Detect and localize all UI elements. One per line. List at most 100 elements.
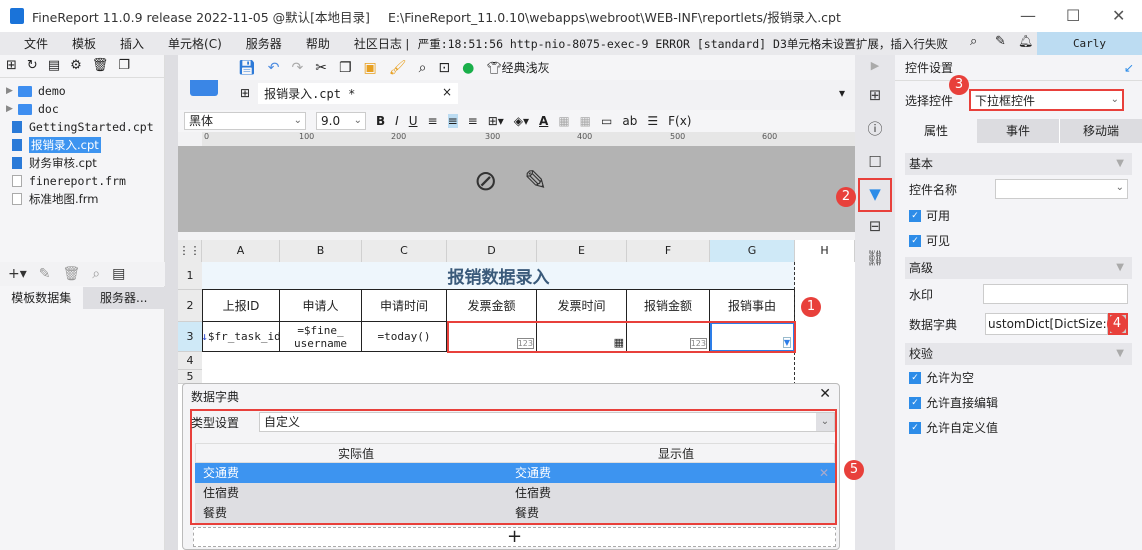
dict-row[interactable]: 住宿费 住宿费	[195, 483, 835, 503]
copy-icon[interactable]: ❐	[339, 60, 352, 76]
dict-row[interactable]: 餐费 餐费	[195, 503, 835, 523]
parameter-design-area[interactable]: ⊘ ✎	[178, 146, 855, 232]
edit-note-icon[interactable]: ✎	[995, 34, 1006, 49]
cell-title[interactable]: 报销数据录入	[202, 262, 795, 290]
tab-template[interactable]: 报销录入.cpt * ×	[258, 82, 459, 104]
paste-icon[interactable]: ▣	[364, 60, 377, 76]
column-header[interactable]: E	[537, 240, 627, 262]
undo-icon[interactable]: ↶	[268, 60, 280, 76]
edit-pencil-icon[interactable]: ✎	[524, 164, 547, 197]
tab-menu-icon[interactable]: ▾	[839, 86, 845, 100]
menu-help[interactable]: 帮助	[306, 35, 330, 52]
dict-type-select[interactable]: 自定义 ⌄	[259, 412, 835, 432]
settings-icon[interactable]: ⚙	[70, 58, 82, 74]
header-cell[interactable]: 申请人	[280, 290, 362, 322]
widget-type-select[interactable]: 下拉框控件 ⌄	[969, 89, 1124, 111]
check-icon[interactable]: ●	[462, 60, 474, 76]
row-header[interactable]: 2	[178, 290, 202, 322]
redo-icon[interactable]: ↷	[292, 60, 304, 76]
select-all-corner[interactable]: ⋮⋮	[178, 240, 202, 262]
expand-icon[interactable]: ▶	[6, 86, 18, 96]
allow-empty-checkbox[interactable]: ✓ 允许为空	[895, 365, 1142, 390]
section-basic[interactable]: 基本 ▼	[905, 153, 1132, 175]
search-icon[interactable]: ⌕	[970, 34, 977, 49]
menu-template[interactable]: 模板	[72, 35, 96, 52]
tree-item-file[interactable]: GettingStarted.cpt	[0, 118, 164, 136]
fill-color-icon[interactable]: ◈▾	[514, 114, 529, 128]
row-header[interactable]: 3	[178, 322, 202, 352]
visible-checkbox[interactable]: ✓ 可见	[895, 228, 1142, 253]
header-cell[interactable]: 发票时间	[537, 290, 627, 322]
delete-icon[interactable]: 🗑︎	[92, 58, 109, 74]
delete-row-icon[interactable]: ✕	[819, 463, 829, 483]
header-cell[interactable]: 发票金额	[447, 290, 537, 322]
section-validate[interactable]: 校验 ▼	[905, 343, 1132, 365]
cell-b3[interactable]: =$fine_ username	[280, 322, 362, 352]
border-icon[interactable]: ⊞▾	[488, 114, 504, 128]
text-button[interactable]: ab	[622, 114, 637, 128]
tab-mobile[interactable]: 移动端	[1060, 119, 1142, 143]
new-folder-icon[interactable]: ⊞	[6, 58, 17, 74]
row-header[interactable]: 1	[178, 262, 202, 290]
add-row-button[interactable]: +	[193, 527, 836, 547]
dialog-close-button[interactable]: ✕	[819, 386, 831, 402]
hide-icon[interactable]: ⊘	[474, 164, 497, 197]
unmerge-icon[interactable]: ▦	[580, 114, 591, 128]
italic-button[interactable]: I	[395, 114, 399, 128]
tree-item-file[interactable]: 标准地图.frm	[0, 190, 164, 208]
cell-a3[interactable]: ↓ $fr_task_id	[201, 322, 281, 352]
refresh-icon[interactable]: ↻	[27, 58, 38, 74]
add-icon[interactable]: +▾	[8, 266, 27, 282]
edit-icon[interactable]: ✎	[39, 266, 51, 282]
row-header[interactable]: 5	[178, 370, 202, 384]
cell-attr-icon[interactable]: ⊞	[869, 86, 882, 104]
minimize-button[interactable]: —	[1020, 6, 1036, 25]
column-header[interactable]: C	[362, 240, 447, 262]
formula-button[interactable]: F(x)	[668, 114, 691, 128]
panel-divider[interactable]	[165, 55, 178, 550]
widget-name-input[interactable]: ⌄	[995, 179, 1128, 199]
tab-template-dataset[interactable]: 模板数据集	[0, 287, 83, 309]
bold-button[interactable]: B	[376, 114, 385, 128]
tree-item-doc[interactable]: ▶ doc	[0, 100, 164, 118]
open-icon[interactable]: ▤	[48, 58, 60, 74]
copy-icon[interactable]: ❐	[118, 58, 130, 74]
align-center-icon[interactable]: ≡	[447, 114, 458, 128]
allow-edit-checkbox[interactable]: ✓ 允许直接编辑	[895, 390, 1142, 415]
font-size-select[interactable]: 9.0 ⌄	[316, 112, 366, 130]
tab-properties[interactable]: 属性	[895, 119, 977, 143]
preview-icon[interactable]: ⌕	[92, 266, 100, 282]
merge-icon[interactable]: ▦	[558, 114, 569, 128]
format-painter-icon[interactable]: 🖌︎	[389, 60, 407, 76]
watermark-input[interactable]	[983, 284, 1128, 304]
maximize-button[interactable]: ☐	[1066, 6, 1080, 25]
control-icon[interactable]: ▭	[601, 114, 612, 128]
save-icon[interactable]: 💾︎	[238, 60, 256, 76]
menu-server[interactable]: 服务器	[246, 35, 282, 52]
preview-icon[interactable]: ⊡	[438, 60, 450, 76]
enabled-checkbox[interactable]: ✓ 可用	[895, 203, 1142, 228]
column-header[interactable]: A	[202, 240, 280, 262]
font-select[interactable]: 黑体 ⌄	[184, 112, 306, 130]
bell-icon[interactable]: 🔔︎	[1018, 34, 1033, 48]
row-header[interactable]: 4	[178, 352, 202, 370]
tab-server-dataset[interactable]: 服务器...	[82, 287, 165, 309]
border-icon[interactable]: ☐	[868, 153, 881, 171]
column-header[interactable]: H	[795, 240, 855, 262]
tree-item-file[interactable]: finereport.frm	[0, 172, 164, 190]
tree-item-demo[interactable]: ▶ demo	[0, 82, 164, 100]
column-header[interactable]: G	[710, 240, 795, 262]
column-header[interactable]: F	[627, 240, 710, 262]
cut-icon[interactable]: ✂	[315, 60, 327, 76]
cell-info-icon[interactable]: ⓘ	[867, 118, 882, 139]
list-icon[interactable]: ☰	[647, 114, 658, 128]
sheet-view-icon[interactable]: ⊞	[240, 86, 250, 100]
tree-item-file-selected[interactable]: 报销录入.cpt	[0, 136, 164, 154]
condition-icon[interactable]: ⊟	[869, 217, 882, 235]
find-icon[interactable]: ⌕	[419, 60, 427, 76]
cell-c3[interactable]: =today()	[362, 322, 447, 352]
menu-community-log[interactable]: 社区日志	[354, 35, 402, 52]
section-advanced[interactable]: 高级 ▼	[905, 257, 1132, 279]
menu-insert[interactable]: 插入	[120, 35, 144, 52]
header-cell[interactable]: 报销事由	[710, 290, 795, 322]
